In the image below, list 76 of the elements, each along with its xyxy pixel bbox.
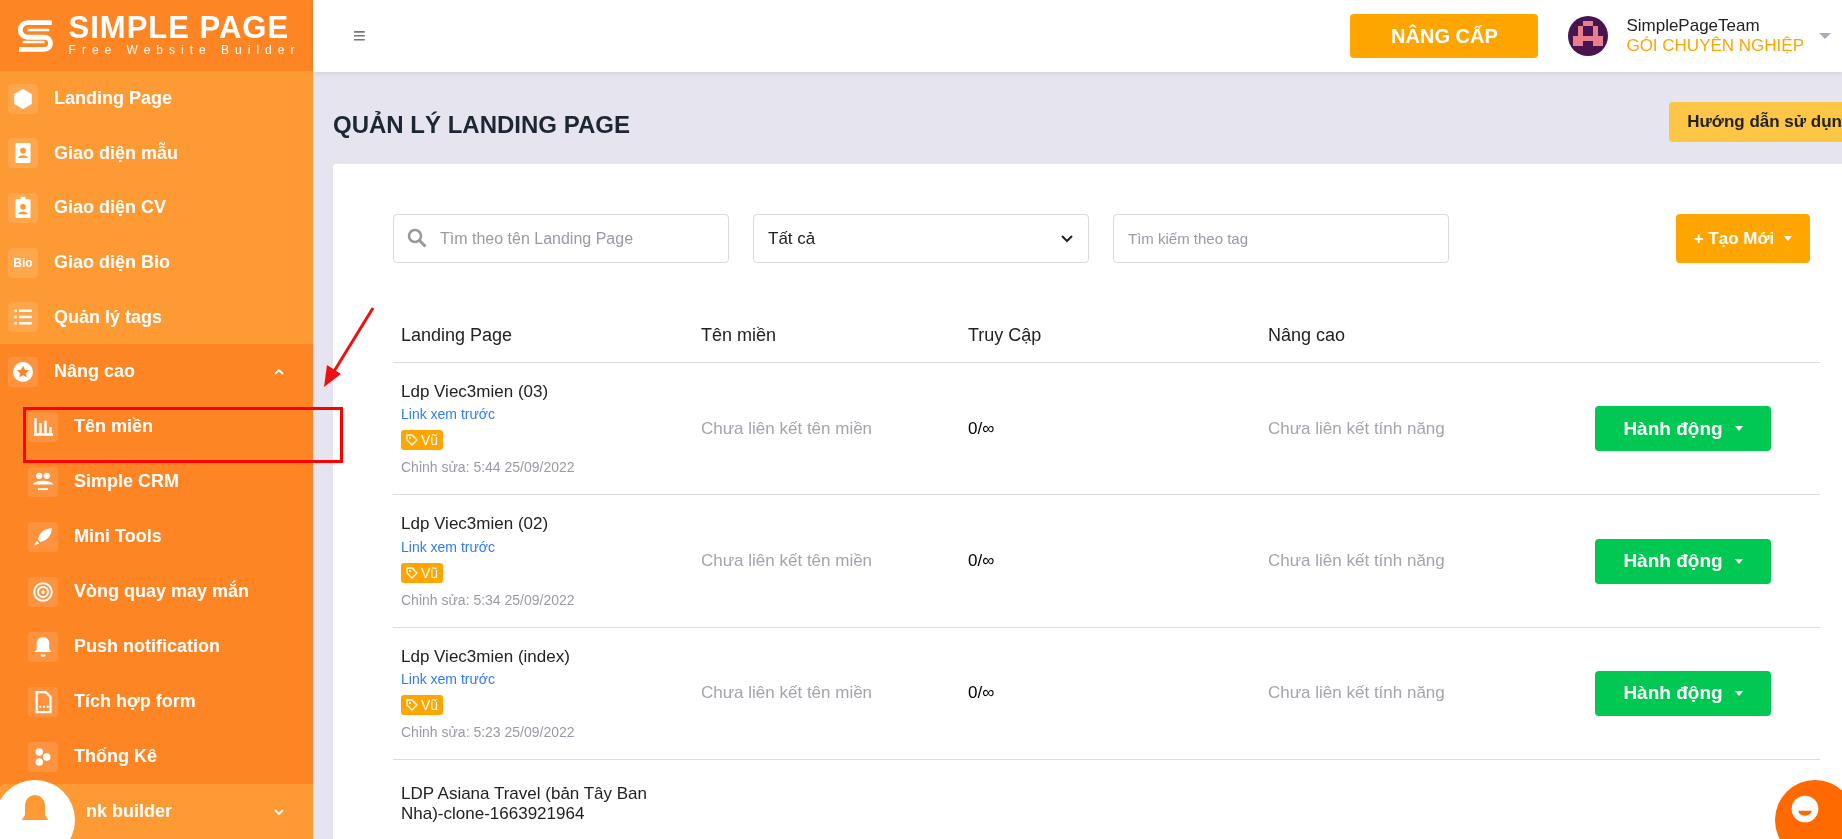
menu-item-icon	[28, 631, 58, 662]
domain-cell: Chưa liên kết tên miền	[701, 683, 873, 703]
sidebar-item[interactable]: nk builder	[86, 801, 172, 823]
tag-search-field[interactable]: Tìm kiếm theo tag	[1113, 214, 1449, 263]
menu-item-icon	[28, 576, 58, 607]
action-button[interactable]: Hành động	[1595, 406, 1771, 452]
landing-page-name: Ldp Viec3mien (03)	[401, 382, 550, 403]
caret-icon	[1784, 236, 1793, 241]
edited-time: Chỉnh sửa: 5:44 25/09/2022	[401, 459, 576, 476]
preview-link[interactable]: Link xem trước	[401, 671, 495, 688]
advanced-cell: Chưa liên kết tính năng	[1268, 683, 1445, 703]
edited-time: Chỉnh sửa: 5:23 25/09/2022	[401, 724, 576, 741]
sidebar-subitem[interactable]: Tên miền	[0, 399, 313, 455]
column-header: Nâng cao	[1268, 325, 1346, 345]
preview-link[interactable]: Link xem trước	[401, 406, 495, 423]
landing-page-name: Ldp Viec3mien (index)	[401, 646, 571, 668]
sidebar-item[interactable]: Landing Page	[0, 71, 313, 127]
action-button[interactable]: Hành động	[1595, 670, 1771, 716]
column-header: Landing Page	[401, 325, 513, 345]
user-plan: GÓI CHUYÊN NGHIỆP	[1626, 36, 1804, 56]
user-name: SimplePageTeam	[1626, 16, 1761, 36]
logo-title: SIMPLE PAGE	[68, 12, 290, 44]
domain-cell: Chưa liên kết tên miền	[701, 551, 873, 571]
menu-button[interactable]: ≡	[353, 23, 366, 49]
sidebar-subitem[interactable]: Thống Kê	[0, 729, 313, 785]
sidebar-subitem[interactable]: Push notification	[0, 619, 313, 675]
menu-item-icon	[28, 741, 58, 772]
caret-icon	[1734, 558, 1743, 564]
menu-item-icon	[8, 302, 38, 333]
tag-badge: Vũ	[401, 695, 444, 716]
guide-button[interactable]: Hướng dẫn sử dụn	[1669, 102, 1842, 142]
sidebar-item[interactable]: Giao diện CV	[0, 180, 313, 236]
column-header: Tên miền	[701, 325, 777, 345]
access-count: 0/∞	[968, 683, 995, 703]
create-button[interactable]: + Tạo Mới	[1676, 214, 1810, 263]
domain-cell: Chưa liên kết tên miền	[701, 418, 873, 438]
action-button[interactable]: Hành động	[1595, 538, 1771, 584]
status-select[interactable]: Tất cả	[753, 214, 1089, 263]
page-title: QUẢN LÝ LANDING PAGE	[333, 111, 630, 139]
advanced-cell: Chưa liên kết tính năng	[1268, 418, 1445, 438]
menu-item-icon	[8, 356, 38, 387]
landing-page-name: Ldp Viec3mien (02)	[401, 514, 550, 535]
search-field[interactable]: Tìm theo tên Landing Page	[393, 214, 729, 263]
menu-item-icon	[28, 521, 58, 552]
column-header: Truy Cập	[968, 325, 1042, 345]
caret-icon[interactable]	[1818, 31, 1832, 41]
access-count: 0/∞	[968, 551, 995, 571]
tag-badge: Vũ	[401, 562, 444, 583]
search-icon	[407, 228, 427, 248]
caret-icon	[1734, 690, 1743, 696]
sidebar-item[interactable]: Bio Giao diện Bio	[0, 235, 313, 290]
menu-item-icon	[28, 466, 58, 497]
menu-item-icon	[8, 138, 38, 169]
caret-icon	[1734, 426, 1743, 432]
chevron-icon	[1060, 233, 1074, 244]
menu-item-icon	[28, 686, 58, 717]
bio-icon: Bio	[8, 247, 38, 278]
tag-badge: Vũ	[401, 430, 444, 451]
sidebar-subitem[interactable]: Vòng quay may mắn	[0, 564, 313, 620]
upgrade-button[interactable]: NÂNG CẤP	[1350, 14, 1539, 58]
menu-item-icon	[28, 411, 58, 442]
sidebar-item[interactable]: Quản lý tags	[0, 289, 313, 345]
sidebar-subitem[interactable]: Simple CRM	[0, 454, 313, 510]
avatar-icon	[1568, 16, 1609, 56]
sidebar-subitem[interactable]: Mini Tools	[0, 509, 313, 565]
menu-item-icon	[8, 192, 38, 223]
sidebar-subitem[interactable]: Tích hợp form	[0, 674, 313, 730]
preview-link[interactable]: Link xem trước	[401, 538, 495, 555]
edited-time: Chỉnh sửa: 5:34 25/09/2022	[401, 591, 576, 608]
advanced-cell: Chưa liên kết tính năng	[1268, 551, 1445, 571]
landing-page-name: LDP Asiana Travel (bản Tây Ban Nha)-clone-1663921964	[401, 783, 649, 825]
menu-item-icon	[8, 83, 38, 114]
sidebar-item[interactable]: Nâng cao	[0, 344, 313, 400]
sidebar-item[interactable]: Giao diện mẫu	[0, 126, 313, 181]
access-count: 0/∞	[968, 418, 995, 438]
logo-subtitle: Free Website Builder	[68, 43, 301, 60]
